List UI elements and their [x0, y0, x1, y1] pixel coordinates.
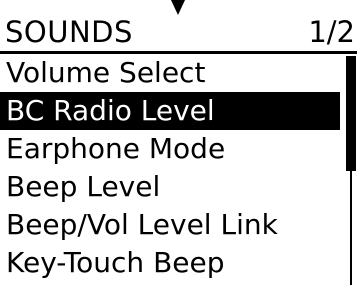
menu-item-key-touch-beep[interactable]: Key-Touch Beep: [0, 244, 340, 282]
page-indicator: 1/2: [308, 15, 355, 49]
down-arrow-icon: [171, 0, 185, 15]
menu-item-earphone-mode[interactable]: Earphone Mode: [0, 130, 340, 168]
page-title: SOUNDS: [5, 15, 133, 49]
sounds-menu-screen: SOUNDS 1/2 Volume Select BC Radio Level …: [0, 0, 357, 285]
scrollbar-thumb[interactable]: [346, 56, 356, 171]
menu-item-beep-level[interactable]: Beep Level: [0, 168, 340, 206]
menu-item-beep-vol-level-link[interactable]: Beep/Vol Level Link: [0, 206, 340, 244]
menu-item-volume-select[interactable]: Volume Select: [0, 54, 340, 92]
menu-header: SOUNDS 1/2: [0, 14, 357, 54]
scrollbar[interactable]: [346, 54, 357, 285]
menu-item-bc-radio-level[interactable]: BC Radio Level: [0, 92, 340, 130]
menu-list: Volume Select BC Radio Level Earphone Mo…: [0, 54, 340, 282]
